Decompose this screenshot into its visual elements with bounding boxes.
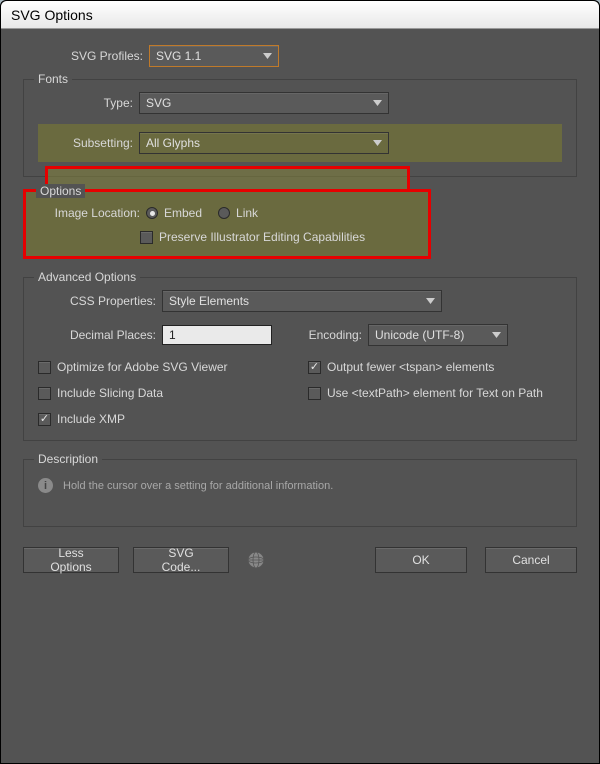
- include-xmp-label: Include XMP: [57, 412, 125, 426]
- advanced-legend: Advanced Options: [34, 270, 140, 284]
- svg-options-dialog: SVG Options SVG Profiles: SVG 1.1 Fonts …: [0, 0, 600, 764]
- cancel-button[interactable]: Cancel: [485, 547, 577, 573]
- svg-profiles-value: SVG 1.1: [156, 49, 201, 63]
- checkbox-checked-icon: [38, 413, 51, 426]
- image-location-link-radio[interactable]: Link: [218, 206, 258, 220]
- fonts-group: Fonts Type: SVG Subsetting: All Glyphs: [23, 79, 577, 177]
- decimal-places-input[interactable]: [162, 325, 272, 345]
- chevron-down-icon: [373, 100, 382, 106]
- encoding-select[interactable]: Unicode (UTF-8): [368, 324, 508, 346]
- advanced-options-group: Advanced Options CSS Properties: Style E…: [23, 277, 577, 441]
- svg-profiles-label: SVG Profiles:: [53, 49, 143, 63]
- button-row: Less Options SVG Code... OK: [23, 547, 577, 573]
- less-options-button[interactable]: Less Options: [23, 547, 119, 573]
- globe-icon[interactable]: [243, 547, 269, 573]
- fonts-legend: Fonts: [34, 72, 72, 86]
- window-title: SVG Options: [11, 7, 93, 23]
- titlebar[interactable]: SVG Options: [1, 1, 599, 29]
- optimize-label: Optimize for Adobe SVG Viewer: [57, 360, 228, 374]
- css-properties-label: CSS Properties:: [38, 294, 156, 308]
- include-slicing-checkbox[interactable]: Include Slicing Data: [38, 386, 292, 400]
- checkbox-box-icon: [140, 231, 153, 244]
- svg-profiles-select[interactable]: SVG 1.1: [149, 45, 279, 67]
- embed-label: Embed: [164, 206, 202, 220]
- options-group: Options Image Location: Embed Link Prese…: [23, 189, 431, 259]
- ok-button[interactable]: OK: [375, 547, 467, 573]
- css-properties-select[interactable]: Style Elements: [162, 290, 442, 312]
- description-group: Description i Hold the cursor over a set…: [23, 459, 577, 527]
- decimal-places-label: Decimal Places:: [38, 328, 156, 342]
- checkbox-checked-icon: [308, 361, 321, 374]
- encoding-label: Encoding:: [292, 328, 362, 342]
- output-tspan-checkbox[interactable]: Output fewer <tspan> elements: [308, 360, 546, 374]
- use-textpath-checkbox[interactable]: Use <textPath> element for Text on Path: [308, 386, 546, 400]
- image-location-embed-radio[interactable]: Embed: [146, 206, 202, 220]
- svg-code-button[interactable]: SVG Code...: [133, 547, 229, 573]
- font-type-value: SVG: [146, 96, 171, 110]
- chevron-down-icon: [426, 298, 435, 304]
- encoding-value: Unicode (UTF-8): [375, 328, 464, 342]
- font-type-select[interactable]: SVG: [139, 92, 389, 114]
- css-properties-value: Style Elements: [169, 294, 249, 308]
- include-xmp-checkbox[interactable]: Include XMP: [38, 412, 292, 426]
- use-textpath-label: Use <textPath> element for Text on Path: [327, 386, 543, 400]
- info-icon: i: [38, 478, 53, 493]
- description-legend: Description: [34, 452, 102, 466]
- image-location-label: Image Location:: [40, 206, 140, 220]
- preserve-editing-checkbox[interactable]: Preserve Illustrator Editing Capabilitie…: [140, 230, 365, 244]
- subsetting-label: Subsetting:: [38, 136, 133, 150]
- font-type-label: Type:: [38, 96, 133, 110]
- subsetting-value: All Glyphs: [146, 136, 200, 150]
- preserve-label: Preserve Illustrator Editing Capabilitie…: [159, 230, 365, 244]
- radio-circle-icon: [218, 207, 230, 219]
- output-tspan-label: Output fewer <tspan> elements: [327, 360, 494, 374]
- link-label: Link: [236, 206, 258, 220]
- subsetting-select[interactable]: All Glyphs: [139, 132, 389, 154]
- chevron-down-icon: [263, 53, 272, 59]
- radio-dot-icon: [146, 207, 158, 219]
- chevron-down-icon: [373, 140, 382, 146]
- checkbox-box-icon: [38, 361, 51, 374]
- include-slicing-label: Include Slicing Data: [57, 386, 163, 400]
- dialog-content: SVG Profiles: SVG 1.1 Fonts Type: SVG Su…: [1, 29, 599, 763]
- options-legend: Options: [36, 184, 85, 198]
- optimize-svg-viewer-checkbox[interactable]: Optimize for Adobe SVG Viewer: [38, 360, 292, 374]
- chevron-down-icon: [492, 332, 501, 338]
- description-text: Hold the cursor over a setting for addit…: [63, 480, 333, 492]
- checkbox-box-icon: [38, 387, 51, 400]
- checkbox-box-icon: [308, 387, 321, 400]
